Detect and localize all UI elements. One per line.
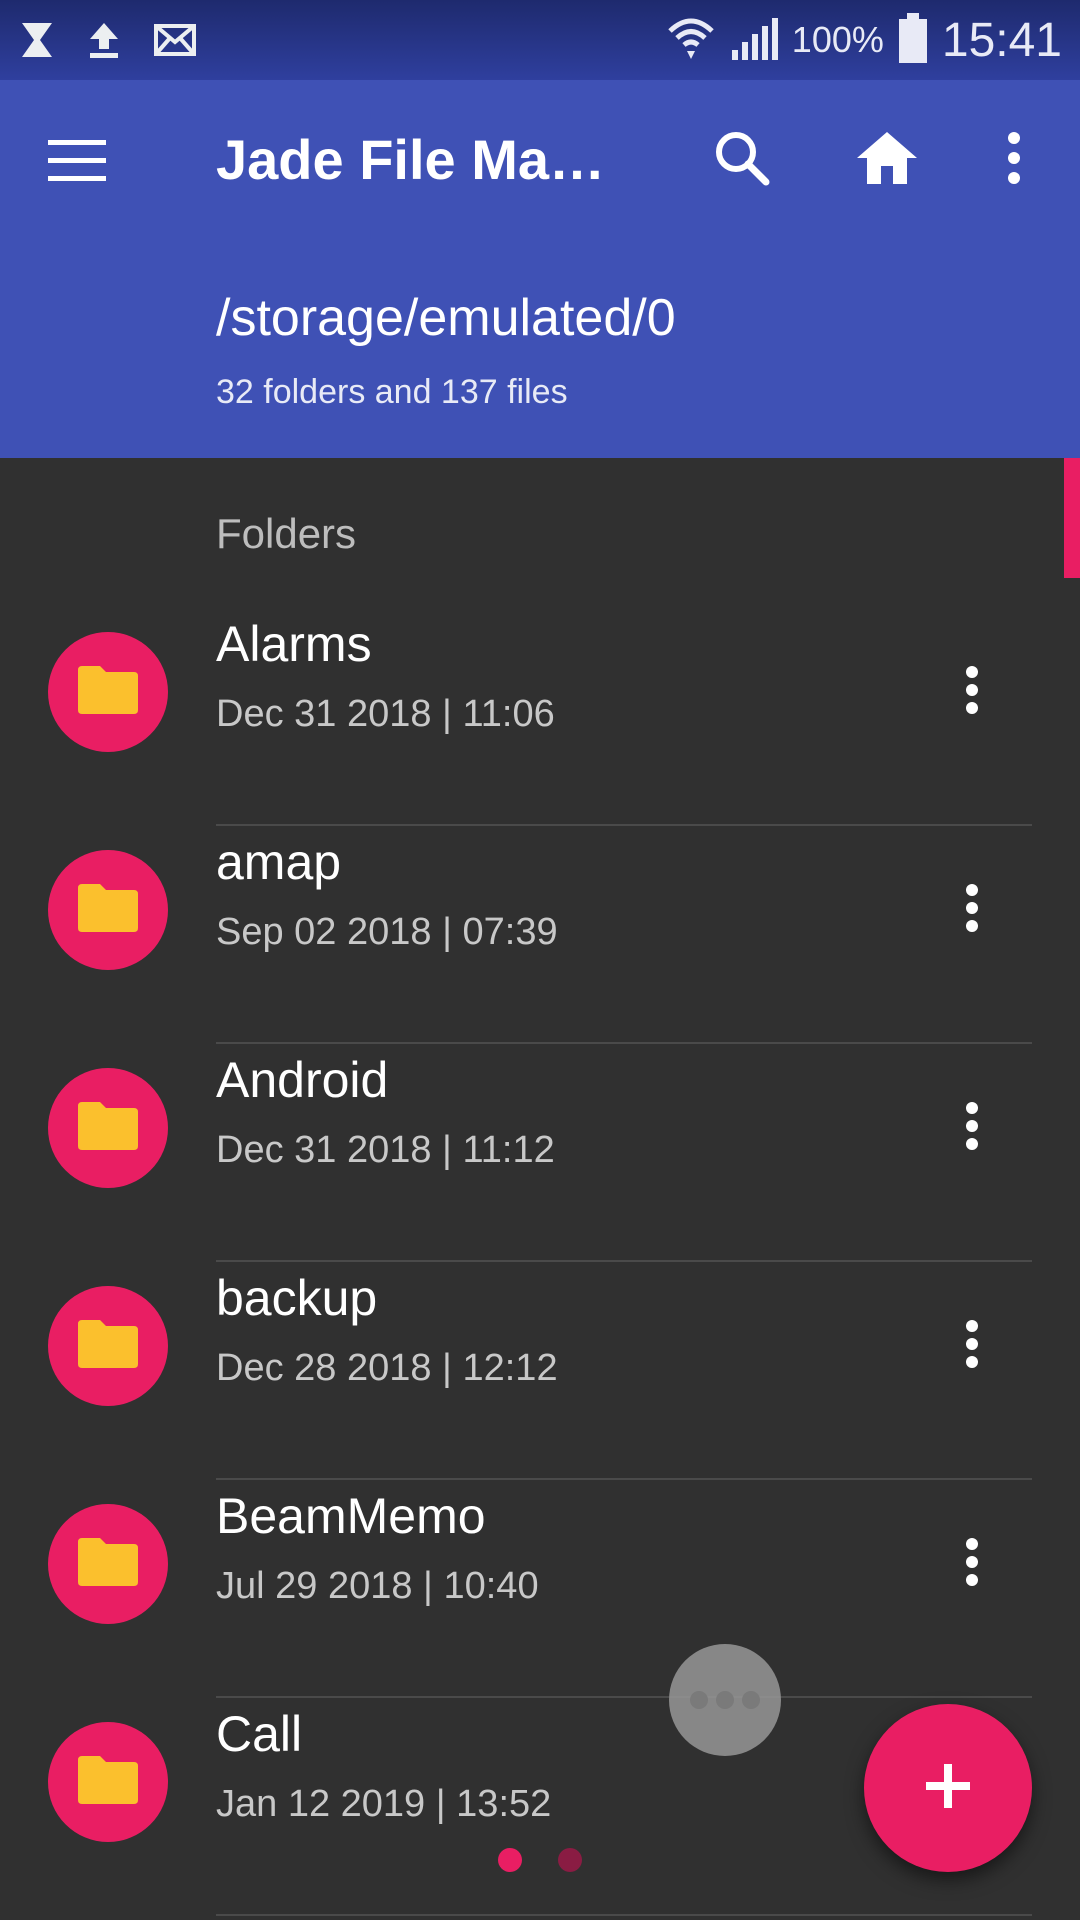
app-bar: Jade File Man… /storage/emulated/0 32 fo… bbox=[0, 80, 1080, 458]
folder-date: Dec 31 2018 | 11:06 bbox=[216, 693, 555, 735]
folder-name: Alarms bbox=[216, 616, 372, 672]
list-item[interactable]: BeamMemo Jul 29 2018 | 10:40 bbox=[0, 1480, 1080, 1698]
search-button[interactable] bbox=[706, 124, 778, 196]
battery-percent: 100% bbox=[791, 19, 884, 60]
more-vert-icon bbox=[965, 665, 979, 719]
folder-name: backup bbox=[216, 1270, 378, 1326]
page-indicator-dot bbox=[558, 1848, 582, 1872]
item-menu-button[interactable] bbox=[940, 1302, 1004, 1390]
dot-icon bbox=[716, 1691, 734, 1709]
folder-name: amap bbox=[216, 834, 342, 890]
home-icon bbox=[855, 130, 919, 191]
menu-icon bbox=[48, 140, 108, 188]
folder-icon bbox=[76, 1318, 140, 1375]
item-menu-button[interactable] bbox=[940, 1520, 1004, 1608]
more-vert-icon bbox=[965, 883, 979, 937]
more-vert-icon bbox=[965, 1537, 979, 1591]
item-menu-button[interactable] bbox=[940, 648, 1004, 736]
more-options-button[interactable] bbox=[978, 124, 1050, 196]
list-item[interactable]: backup Dec 28 2018 | 12:12 bbox=[0, 1262, 1080, 1480]
item-menu-button[interactable] bbox=[940, 866, 1004, 954]
folder-date: Jul 29 2018 | 10:40 bbox=[216, 1565, 539, 1607]
floating-assistant-bubble[interactable] bbox=[669, 1644, 781, 1756]
more-vert-icon bbox=[965, 1319, 979, 1373]
search-icon bbox=[712, 128, 772, 193]
menu-button[interactable] bbox=[48, 130, 120, 190]
folder-date: Jan 12 2019 | 13:52 bbox=[216, 1783, 552, 1825]
home-button[interactable] bbox=[851, 124, 923, 196]
folder-avatar bbox=[48, 1722, 168, 1842]
list-item[interactable]: Android Dec 31 2018 | 11:12 bbox=[0, 1044, 1080, 1262]
status-time: 15:41 bbox=[941, 13, 1062, 67]
divider bbox=[216, 1914, 1032, 1916]
folder-avatar bbox=[48, 632, 168, 752]
folder-date: Sep 02 2018 | 07:39 bbox=[216, 911, 558, 953]
folder-avatar bbox=[48, 1504, 168, 1624]
folder-date: Dec 31 2018 | 11:12 bbox=[216, 1129, 555, 1171]
item-menu-button[interactable] bbox=[940, 1084, 1004, 1172]
page-indicator-dot bbox=[498, 1848, 522, 1872]
upload-icon bbox=[86, 21, 122, 59]
mail-icon bbox=[154, 24, 196, 56]
add-fab-button[interactable] bbox=[864, 1704, 1032, 1872]
hourglass-icon bbox=[20, 21, 54, 59]
folder-icon bbox=[76, 1100, 140, 1157]
list-item[interactable]: amap Sep 02 2018 | 07:39 bbox=[0, 826, 1080, 1044]
signal-icon bbox=[730, 14, 778, 67]
folder-icon bbox=[76, 1754, 140, 1811]
folder-avatar bbox=[48, 1286, 168, 1406]
more-vert-icon bbox=[1006, 131, 1022, 189]
plus-icon bbox=[924, 1762, 972, 1815]
folder-file-count: 32 folders and 137 files bbox=[216, 373, 568, 411]
status-bar: 100% 15:41 bbox=[0, 0, 1080, 80]
more-vert-icon bbox=[965, 1101, 979, 1155]
folder-icon bbox=[76, 882, 140, 939]
file-list-area[interactable]: Folders Alarms Dec 31 2018 | 11:06 amap … bbox=[0, 458, 1080, 1920]
folder-avatar bbox=[48, 850, 168, 970]
wifi-icon bbox=[666, 13, 716, 68]
scrollbar[interactable] bbox=[1064, 458, 1080, 578]
folder-icon bbox=[76, 664, 140, 721]
section-header: Folders bbox=[216, 510, 357, 557]
folder-name: BeamMemo bbox=[216, 1488, 486, 1544]
folder-name: Call bbox=[216, 1706, 303, 1762]
folder-date: Dec 28 2018 | 12:12 bbox=[216, 1347, 558, 1389]
list-item[interactable]: Alarms Dec 31 2018 | 11:06 bbox=[0, 608, 1080, 826]
folder-icon bbox=[76, 1536, 140, 1593]
folder-avatar bbox=[48, 1068, 168, 1188]
battery-icon bbox=[898, 12, 928, 68]
dot-icon bbox=[742, 1691, 760, 1709]
dot-icon bbox=[690, 1691, 708, 1709]
current-path: /storage/emulated/0 bbox=[216, 289, 676, 347]
app-title: Jade File Man… bbox=[216, 128, 636, 191]
folder-name: Android bbox=[216, 1052, 389, 1108]
